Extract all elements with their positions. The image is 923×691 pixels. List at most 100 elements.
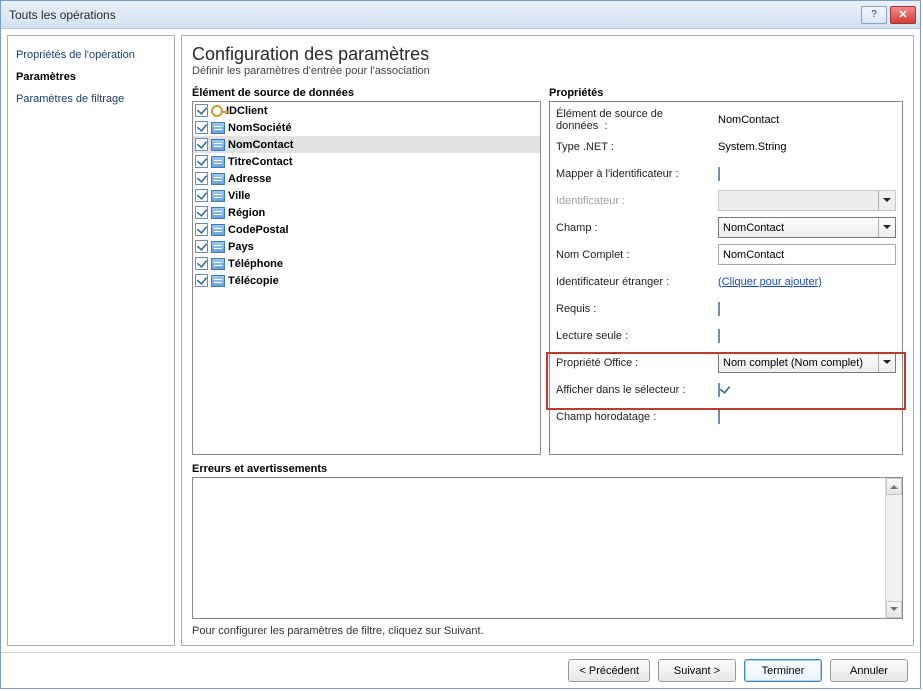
datasource-column: Élément de source de données IDClient Nom…: [192, 85, 541, 455]
field-icon: [211, 275, 225, 287]
list-item-checkbox[interactable]: [195, 172, 208, 185]
prop-element-label: Élément de source de données :: [556, 108, 714, 132]
datasource-list[interactable]: IDClient NomSociété NomContact TitreContact…: [192, 101, 541, 455]
footer: < Précédent Suivant > Terminer Annuler: [1, 652, 920, 688]
prop-mapid-checkbox[interactable]: [718, 167, 720, 181]
datasource-label: Élément de source de données: [192, 85, 541, 101]
next-button[interactable]: Suivant >: [658, 659, 736, 682]
prop-type-value: System.String: [718, 141, 896, 153]
list-item-checkbox[interactable]: [195, 189, 208, 202]
list-item[interactable]: Ville: [193, 187, 540, 204]
field-icon: [211, 207, 225, 219]
prop-foreignid-label: Identificateur étranger :: [556, 276, 714, 288]
back-button[interactable]: < Précédent: [568, 659, 650, 682]
field-icon: [211, 190, 225, 202]
scroll-up-icon[interactable]: [886, 478, 902, 495]
list-item-checkbox[interactable]: [195, 104, 208, 117]
list-item-label: IDClient: [226, 105, 268, 117]
field-icon: [211, 139, 225, 151]
list-item-label: Région: [228, 207, 265, 219]
list-item-label: Téléphone: [228, 258, 283, 270]
list-item[interactable]: Télécopie: [193, 272, 540, 289]
list-item[interactable]: Pays: [193, 238, 540, 255]
prop-type-label: Type .NET :: [556, 141, 714, 153]
properties-box: Élément de source de données : NomContac…: [549, 101, 903, 455]
list-item-checkbox[interactable]: [195, 274, 208, 287]
cancel-button[interactable]: Annuler: [830, 659, 908, 682]
list-item[interactable]: NomSociété: [193, 119, 540, 136]
list-item[interactable]: NomContact: [193, 136, 540, 153]
page-subtitle: Définir les paramètres d'entrée pour l'a…: [192, 65, 903, 77]
close-button[interactable]: ✕: [890, 6, 916, 24]
sidebar-item-filter-parameters[interactable]: Paramètres de filtrage: [14, 88, 168, 110]
dialog-window: Touts les opérations ? ✕ Propriétés de l…: [0, 0, 921, 689]
prop-timestamp-checkbox[interactable]: [718, 410, 720, 424]
properties-column: Propriétés Élément de source de données …: [549, 85, 903, 455]
field-icon: [211, 156, 225, 168]
prop-office-select[interactable]: Nom complet (Nom complet): [718, 352, 896, 373]
prop-showpicker-label: Afficher dans le sélecteur :: [556, 384, 714, 396]
errors-box: [192, 477, 903, 619]
list-item-checkbox[interactable]: [195, 240, 208, 253]
page-title: Configuration des paramètres: [192, 44, 903, 65]
field-icon: [211, 122, 225, 134]
list-item[interactable]: Adresse: [193, 170, 540, 187]
field-icon: [211, 241, 225, 253]
list-item-checkbox[interactable]: [195, 121, 208, 134]
finish-button[interactable]: Terminer: [744, 659, 822, 682]
errors-scrollbar[interactable]: [885, 478, 902, 618]
prop-office-label: Propriété Office :: [556, 357, 714, 369]
list-item-label: Ville: [228, 190, 250, 202]
list-item-checkbox[interactable]: [195, 138, 208, 151]
field-icon: [211, 224, 225, 236]
list-item[interactable]: CodePostal: [193, 221, 540, 238]
list-item-label: Pays: [228, 241, 254, 253]
list-item-checkbox[interactable]: [195, 155, 208, 168]
list-item-label: Adresse: [228, 173, 271, 185]
scroll-down-icon[interactable]: [886, 601, 902, 618]
sidebar-item-operation-properties[interactable]: Propriétés de l'opération: [14, 44, 168, 66]
sidebar-item-parameters[interactable]: Paramètres: [14, 66, 168, 88]
prop-identifier-select: [718, 190, 896, 211]
prop-showpicker-checkbox[interactable]: [718, 383, 720, 397]
list-item-checkbox[interactable]: [195, 223, 208, 236]
field-icon: [211, 258, 225, 270]
prop-fullname-input[interactable]: [718, 244, 896, 265]
errors-label: Erreurs et avertissements: [192, 463, 903, 475]
window-controls: ? ✕: [861, 6, 916, 24]
sidebar: Propriétés de l'opération Paramètres Par…: [7, 35, 175, 646]
list-item[interactable]: TitreContact: [193, 153, 540, 170]
prop-fullname-label: Nom Complet :: [556, 249, 714, 261]
prop-field-select[interactable]: NomContact: [718, 217, 896, 238]
prop-identifier-label: Identificateur :: [556, 195, 714, 207]
list-item[interactable]: IDClient: [193, 102, 540, 119]
window-title: Touts les opérations: [9, 8, 861, 22]
prop-timestamp-label: Champ horodatage :: [556, 411, 714, 423]
help-button[interactable]: ?: [861, 6, 887, 24]
list-item-label: CodePostal: [228, 224, 289, 236]
list-item-label: NomContact: [228, 139, 293, 151]
prop-required-checkbox[interactable]: [718, 302, 720, 316]
list-item[interactable]: Région: [193, 204, 540, 221]
scroll-track[interactable]: [886, 495, 902, 601]
titlebar: Touts les opérations ? ✕: [1, 1, 920, 29]
list-item-checkbox[interactable]: [195, 257, 208, 270]
dialog-body: Propriétés de l'opération Paramètres Par…: [1, 29, 920, 652]
prop-field-label: Champ :: [556, 222, 714, 234]
prop-readonly-label: Lecture seule :: [556, 330, 714, 342]
prop-required-label: Requis :: [556, 303, 714, 315]
key-icon: [211, 105, 223, 117]
list-item-label: NomSociété: [228, 122, 292, 134]
columns: Élément de source de données IDClient Nom…: [192, 85, 903, 455]
list-item[interactable]: Téléphone: [193, 255, 540, 272]
hint-text: Pour configurer les paramètres de filtre…: [192, 619, 903, 639]
properties-label: Propriétés: [549, 85, 903, 101]
field-icon: [211, 173, 225, 185]
prop-element-value: NomContact: [718, 114, 896, 126]
prop-mapid-label: Mapper à l'identificateur :: [556, 168, 714, 180]
prop-foreignid-link[interactable]: (Cliquer pour ajouter): [718, 276, 822, 288]
prop-readonly-checkbox[interactable]: [718, 329, 720, 343]
list-item-label: Télécopie: [228, 275, 279, 287]
main-panel: Configuration des paramètres Définir les…: [181, 35, 914, 646]
list-item-checkbox[interactable]: [195, 206, 208, 219]
